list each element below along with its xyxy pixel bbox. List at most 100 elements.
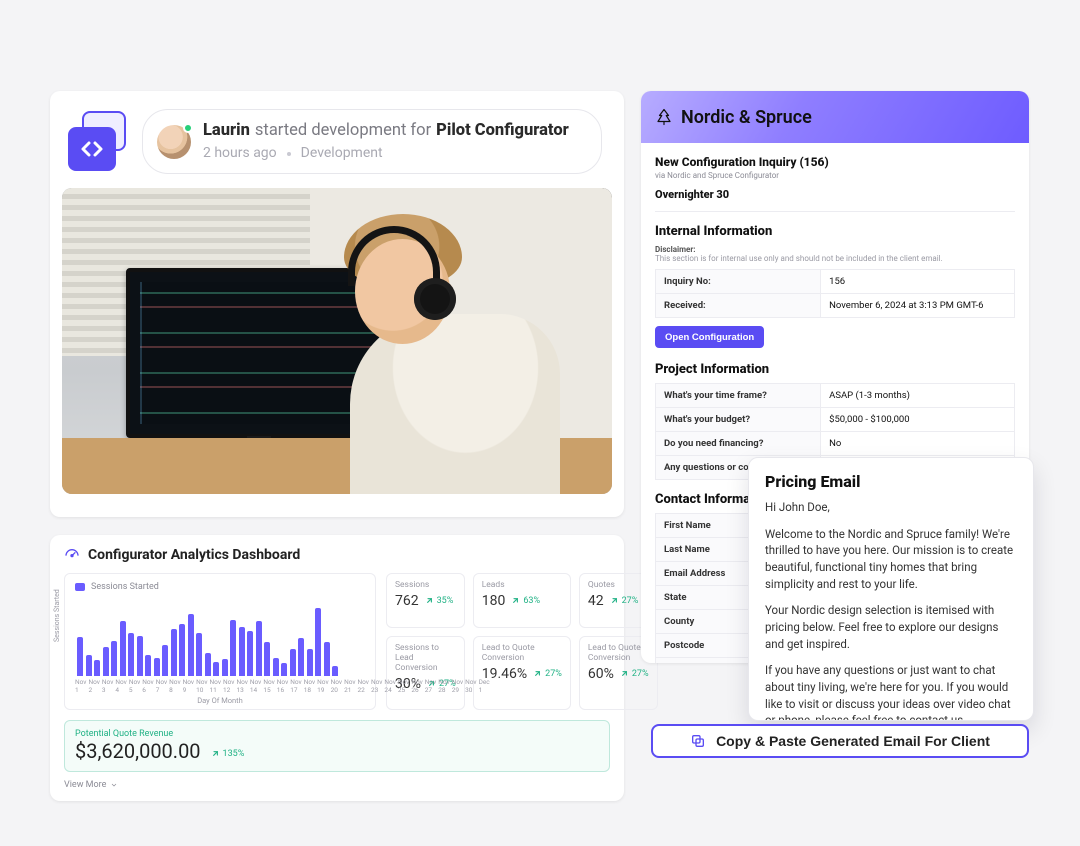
chart-bar — [205, 653, 211, 676]
chart-bar — [86, 655, 92, 676]
chart-bar — [281, 663, 287, 676]
disclaimer-label: Disclaimer: — [655, 245, 1015, 254]
revenue-value: $3,620,000.00 — [75, 739, 201, 763]
table-internal: Inquiry No:156 Received:November 6, 2024… — [655, 269, 1015, 318]
activity-user: Laurin — [203, 120, 250, 142]
activity-timeago: 2 hours ago — [203, 144, 277, 163]
brand-name: Nordic & Spruce — [681, 107, 812, 128]
metric-delta: 63% — [511, 596, 540, 606]
activity-card: Laurin started development for Pilot Con… — [50, 91, 624, 517]
x-tick: Nov 20 — [331, 678, 342, 694]
chart-bar — [179, 624, 185, 676]
metric-tile: Lead to Quote Conversion 19.46% 27% — [473, 636, 571, 710]
chart-ylabel: Sessions Started — [53, 589, 61, 642]
chart-bar — [332, 666, 338, 676]
table-row: What's your time frame?ASAP (1-3 months) — [656, 384, 1015, 408]
code-icon — [68, 111, 126, 173]
metric-label: Lead to Quote Conversion — [588, 643, 649, 663]
metric-tile: Sessions 762 35% — [386, 573, 465, 628]
email-body-2: Your Nordic design selection is itemised… — [765, 602, 1017, 652]
chart-bar — [273, 658, 279, 676]
chart-bar — [213, 662, 219, 676]
x-tick: Nov 10 — [196, 678, 207, 694]
chart-bar — [196, 633, 202, 676]
brand-bar: Nordic & Spruce — [641, 91, 1029, 143]
metric-delta: 35% — [425, 596, 454, 606]
x-tick: Nov 11 — [210, 678, 221, 694]
chart-bar — [103, 647, 109, 676]
x-tick: Nov 6 — [142, 678, 153, 694]
x-tick: Nov 28 — [438, 678, 449, 694]
x-tick: Nov 2 — [88, 678, 99, 694]
x-tick: Nov 15 — [263, 678, 274, 694]
dashboard-icon — [64, 547, 80, 563]
metric-value: 60% — [588, 666, 614, 682]
chart-bar — [324, 642, 330, 676]
metric-label: Lead to Quote Conversion — [482, 643, 562, 663]
email-title: Pricing Email — [765, 472, 1017, 491]
chart-bar — [290, 649, 296, 676]
x-tick: Nov 23 — [371, 678, 382, 694]
metric-label: Quotes — [588, 580, 649, 590]
chart-bar — [145, 655, 151, 676]
chart-bar — [94, 660, 100, 676]
x-tick: Nov 27 — [425, 678, 436, 694]
metric-value: 762 — [395, 593, 419, 609]
x-tick: Nov 5 — [129, 678, 140, 694]
avatar — [157, 125, 191, 159]
metric-tile: Sessions to Lead Conversion 30% 27% — [386, 636, 465, 710]
chart-bar — [298, 638, 304, 676]
activity-row: Laurin started development for Pilot Con… — [50, 91, 624, 188]
metric-delta: 27% — [533, 669, 562, 679]
activity-verb: started development for — [255, 120, 431, 142]
copy-email-button[interactable]: Copy & Paste Generated Email For Client — [651, 724, 1029, 758]
inquiry-subtitle: Overnighter 30 — [655, 188, 1015, 201]
email-body-1: Welcome to the Nordic and Spruce family!… — [765, 526, 1017, 593]
analytics-card: Configurator Analytics Dashboard Session… — [50, 535, 624, 801]
chart-bar — [230, 620, 236, 676]
metric-delta: 27% — [610, 596, 639, 606]
x-tick: Nov 25 — [398, 678, 409, 694]
x-tick: Nov 22 — [358, 678, 369, 694]
metric-delta: 27% — [620, 669, 649, 679]
email-greeting: Hi John Doe, — [765, 499, 1017, 516]
tree-icon — [655, 108, 673, 126]
sessions-chart: Sessions Started Sessions Started Nov 1N… — [64, 573, 376, 710]
activity-project: Pilot Configurator — [436, 120, 569, 142]
chart-legend: Sessions Started — [91, 582, 159, 592]
x-tick: Dec 1 — [479, 678, 490, 694]
x-tick: Nov 13 — [236, 678, 247, 694]
chart-bar — [111, 641, 117, 676]
activity-pill[interactable]: Laurin started development for Pilot Con… — [142, 109, 602, 174]
email-body-3: If you have any questions or just want t… — [765, 662, 1017, 721]
chart-bar — [222, 659, 228, 676]
view-more-link[interactable]: View More — [64, 780, 118, 790]
chart-bar — [307, 649, 313, 676]
x-tick: Nov 17 — [290, 678, 301, 694]
table-row: Received:November 6, 2024 at 3:13 PM GMT… — [656, 294, 1015, 318]
revenue-panel: Potential Quote Revenue $3,620,000.00 13… — [64, 720, 610, 772]
chart-bar — [120, 621, 126, 676]
chart-bar — [77, 637, 83, 676]
table-row: Do you need financing?No — [656, 432, 1015, 456]
metric-label: Leads — [482, 580, 562, 590]
x-tick: Nov 30 — [465, 678, 476, 694]
chart-bar — [247, 631, 253, 677]
table-row: What's your budget?$50,000 - $100,000 — [656, 408, 1015, 432]
x-tick: Nov 24 — [384, 678, 395, 694]
metric-label: Sessions — [395, 580, 456, 590]
chart-bar — [162, 645, 168, 676]
status-online-dot — [183, 123, 193, 133]
hero-photo — [62, 188, 612, 494]
x-tick: Nov 26 — [411, 678, 422, 694]
x-tick: Nov 21 — [344, 678, 355, 694]
revenue-delta: 135% — [211, 749, 245, 759]
open-configuration-button[interactable]: Open Configuration — [655, 326, 764, 348]
chart-xlabel: Day Of Month — [75, 696, 365, 705]
metric-label: Sessions to Lead Conversion — [395, 643, 456, 673]
chart-bar — [256, 621, 262, 676]
activity-category: Development — [301, 144, 383, 163]
section-internal-title: Internal Information — [655, 224, 1015, 239]
chart-bar — [264, 642, 270, 676]
x-tick: Nov 18 — [304, 678, 315, 694]
